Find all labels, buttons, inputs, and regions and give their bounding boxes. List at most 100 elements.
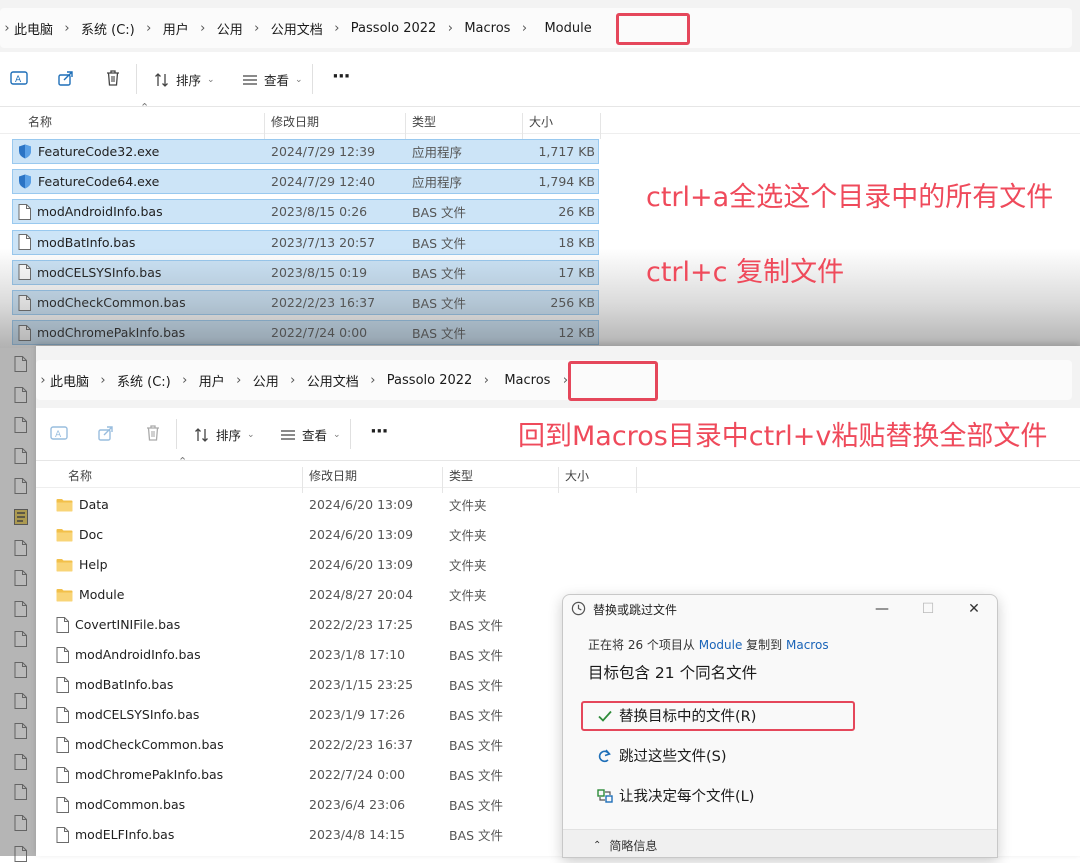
crumb-public[interactable]: 公用: [253, 371, 279, 390]
folder-icon: [56, 558, 73, 572]
table-row[interactable]: modCheckCommon.bas 2022/2/23 16:37 BAS 文…: [12, 290, 599, 315]
crumb-macros[interactable]: Macros: [500, 373, 550, 388]
col-divider[interactable]: [636, 467, 637, 493]
table-row[interactable]: modAndroidInfo.bas 2023/8/15 0:26 BAS 文件…: [12, 199, 599, 225]
chevron-right-icon[interactable]: ›: [0, 21, 14, 36]
table-row[interactable]: modChromePakInfo.bas 2022/7/24 0:00 BAS …: [50, 762, 640, 787]
table-row[interactable]: modCommon.bas 2023/6/4 23:06 BAS 文件: [50, 792, 640, 817]
crumb-system-c[interactable]: 系统 (C:): [81, 19, 135, 38]
more-options-button[interactable]: ···: [332, 66, 350, 87]
toolbar: A 排序 ⌄ 查看 ⌄ ···: [0, 52, 1080, 107]
crumb-public-documents[interactable]: 公用文档: [271, 19, 323, 38]
file-icon: [56, 676, 69, 693]
file-size: 26 KB: [558, 204, 595, 220]
crumb-system-c[interactable]: 系统 (C:): [117, 371, 171, 390]
file-name-cell: modAndroidInfo.bas: [18, 203, 163, 220]
crumb-this-pc[interactable]: 此电脑: [50, 371, 89, 390]
col-date[interactable]: 修改日期: [271, 113, 319, 130]
delete-icon[interactable]: [144, 424, 162, 442]
chevron-right-icon[interactable]: ›: [171, 373, 199, 388]
more-options-button[interactable]: ···: [370, 421, 388, 442]
file-name-cell: CovertINIFile.bas: [56, 616, 180, 633]
col-divider[interactable]: [522, 113, 523, 139]
crumb-macros[interactable]: Macros: [464, 21, 510, 36]
table-row[interactable]: modCELSYSInfo.bas 2023/8/15 0:19 BAS 文件 …: [12, 259, 599, 285]
target-folder-link[interactable]: Macros: [786, 638, 829, 652]
source-folder-link[interactable]: Module: [699, 638, 743, 652]
crumb-public[interactable]: 公用: [217, 19, 243, 38]
table-row[interactable]: modBatInfo.bas 2023/1/15 23:25 BAS 文件: [50, 672, 640, 697]
crumb-users[interactable]: 用户: [163, 19, 189, 38]
chevron-right-icon[interactable]: ›: [36, 373, 50, 388]
table-row[interactable]: modChromePakInfo.bas 2022/7/24 0:00 BAS …: [12, 320, 599, 346]
sort-button[interactable]: 排序 ⌄: [194, 425, 255, 444]
address-bar[interactable]: › 此电脑 › 系统 (C:) › 用户 › 公用 › 公用文档 › Passo…: [0, 8, 1072, 48]
sort-button[interactable]: 排序 ⌄: [154, 70, 215, 89]
skip-files-option[interactable]: 跳过这些文件(S): [597, 745, 727, 766]
crumb-passolo[interactable]: Passolo 2022: [351, 21, 437, 36]
crumb-passolo[interactable]: Passolo 2022: [387, 373, 473, 388]
col-divider[interactable]: [264, 113, 265, 139]
table-row[interactable]: CovertINIFile.bas 2022/2/23 17:25 BAS 文件: [50, 612, 640, 637]
chevron-right-icon[interactable]: ›: [510, 21, 538, 36]
annotation-select-all: ctrl+a全选这个目录中的所有文件: [646, 182, 1054, 213]
chevron-right-icon[interactable]: ›: [89, 373, 117, 388]
share-icon[interactable]: [97, 424, 115, 442]
chevron-right-icon[interactable]: ›: [243, 21, 271, 36]
file-name-cell: modChromePakInfo.bas: [18, 324, 185, 341]
chevron-right-icon[interactable]: ›: [472, 373, 500, 388]
table-row[interactable]: modELFInfo.bas 2023/4/8 14:15 BAS 文件: [50, 822, 640, 847]
chevron-right-icon[interactable]: ›: [189, 21, 217, 36]
col-divider[interactable]: [558, 467, 559, 493]
details-toggle[interactable]: ⌃ 简略信息: [593, 837, 657, 854]
table-row[interactable]: FeatureCode32.exe 2024/7/29 12:39 应用程序 1…: [12, 139, 599, 164]
chevron-right-icon[interactable]: ›: [53, 21, 81, 36]
table-row[interactable]: FeatureCode64.exe 2024/7/29 12:40 应用程序 1…: [12, 169, 599, 195]
col-divider[interactable]: [302, 467, 303, 493]
table-row[interactable]: Doc 2024/6/20 13:09 文件夹: [50, 522, 640, 547]
strip-shadow-overlay: [0, 348, 36, 856]
table-row[interactable]: Data 2024/6/20 13:09 文件夹: [50, 492, 640, 517]
address-bar[interactable]: › 此电脑 › 系统 (C:) › 用户 › 公用 › 公用文档 › Passo…: [36, 360, 1072, 400]
chevron-right-icon[interactable]: ›: [279, 373, 307, 388]
table-row[interactable]: modAndroidInfo.bas 2023/1/8 17:10 BAS 文件: [50, 642, 640, 667]
col-type[interactable]: 类型: [412, 113, 436, 130]
file-type: BAS 文件: [449, 798, 504, 813]
col-date[interactable]: 修改日期: [309, 467, 357, 484]
chevron-right-icon[interactable]: ›: [359, 373, 387, 388]
decide-each-option[interactable]: 让我决定每个文件(L): [597, 785, 754, 806]
maximize-button[interactable]: ☐: [905, 595, 951, 623]
crumb-this-pc[interactable]: 此电脑: [14, 19, 53, 38]
crumb-users[interactable]: 用户: [199, 371, 225, 390]
share-icon[interactable]: [57, 69, 75, 87]
col-type[interactable]: 类型: [449, 467, 473, 484]
table-row[interactable]: Module 2024/8/27 20:04 文件夹: [50, 582, 640, 607]
col-size[interactable]: 大小: [529, 113, 553, 130]
table-row[interactable]: modCheckCommon.bas 2022/2/23 16:37 BAS 文…: [50, 732, 640, 757]
file-size: 12 KB: [558, 325, 595, 341]
col-size[interactable]: 大小: [565, 467, 589, 484]
table-row[interactable]: modBatInfo.bas 2023/7/13 20:57 BAS 文件 18…: [12, 229, 599, 255]
view-button[interactable]: 查看 ⌄: [280, 425, 341, 444]
col-name[interactable]: 名称: [68, 467, 92, 484]
crumb-public-documents[interactable]: 公用文档: [307, 371, 359, 390]
table-row[interactable]: modCELSYSInfo.bas 2023/1/9 17:26 BAS 文件: [50, 702, 640, 727]
chevron-right-icon[interactable]: ›: [323, 21, 351, 36]
chevron-right-icon[interactable]: ›: [135, 21, 163, 36]
crumb-module[interactable]: Module: [538, 21, 591, 36]
chevron-right-icon[interactable]: ›: [225, 373, 253, 388]
table-row[interactable]: Help 2024/6/20 13:09 文件夹: [50, 552, 640, 577]
chevron-right-icon[interactable]: ›: [436, 21, 464, 36]
rename-icon[interactable]: A: [50, 424, 68, 442]
col-divider[interactable]: [405, 113, 406, 139]
col-divider[interactable]: [600, 113, 601, 139]
close-button[interactable]: ✕: [951, 595, 997, 623]
delete-icon[interactable]: [104, 69, 122, 87]
file-name-cell: modCELSYSInfo.bas: [56, 706, 199, 723]
col-name[interactable]: 名称: [28, 113, 52, 130]
col-divider[interactable]: [442, 467, 443, 493]
minimize-button[interactable]: —: [859, 595, 905, 623]
skip-icon: [598, 748, 611, 762]
rename-icon[interactable]: A: [10, 69, 28, 87]
view-button[interactable]: 查看 ⌄: [242, 70, 303, 89]
